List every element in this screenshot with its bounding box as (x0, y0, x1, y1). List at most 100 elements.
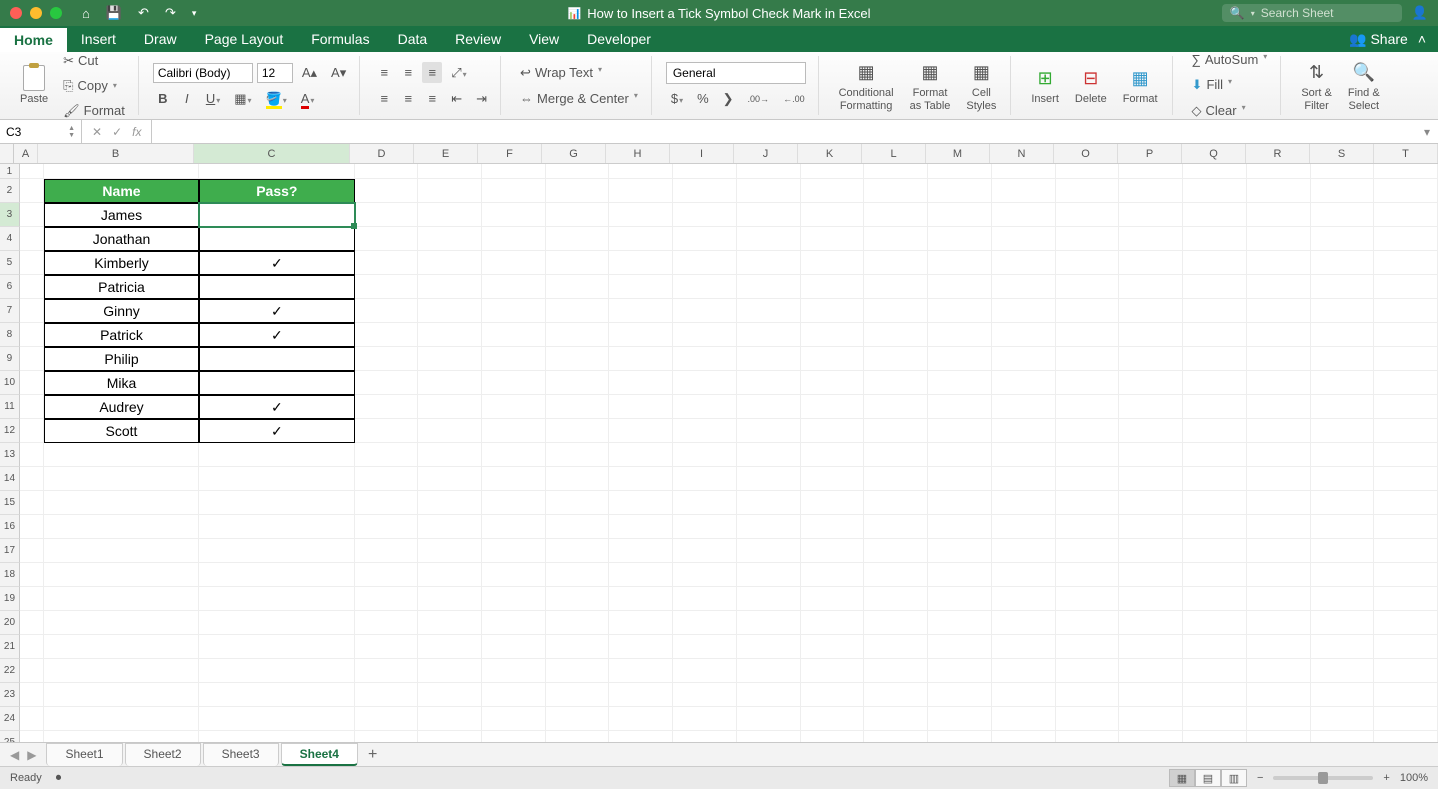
cell-S5[interactable] (1311, 251, 1375, 275)
cell-P6[interactable] (1119, 275, 1183, 299)
cell-M3[interactable] (928, 203, 992, 227)
cell-J15[interactable] (737, 491, 801, 515)
cell-N2[interactable] (992, 179, 1056, 203)
cell-M12[interactable] (928, 419, 992, 443)
increase-decimal-button[interactable]: .00→ (743, 91, 775, 107)
cell-Q4[interactable] (1183, 227, 1247, 251)
cell-A10[interactable] (20, 371, 44, 395)
cell-G2[interactable] (546, 179, 610, 203)
cell-H22[interactable] (609, 659, 673, 683)
cell-K3[interactable] (801, 203, 865, 227)
fill-color-button[interactable]: 🪣▾ (261, 88, 292, 110)
cell-S15[interactable] (1311, 491, 1375, 515)
cell-G15[interactable] (546, 491, 610, 515)
row-header-9[interactable]: 9 (0, 347, 20, 371)
cell-K11[interactable] (801, 395, 865, 419)
cell-J2[interactable] (737, 179, 801, 203)
row-header-18[interactable]: 18 (0, 563, 20, 587)
cell-S17[interactable] (1311, 539, 1375, 563)
cell-D5[interactable] (355, 251, 419, 275)
zoom-in-button[interactable]: + (1383, 772, 1389, 784)
row-header-15[interactable]: 15 (0, 491, 20, 515)
comma-button[interactable]: ❯ (718, 88, 739, 110)
cell-T2[interactable] (1374, 179, 1438, 203)
find-select-button[interactable]: 🔍Find & Select (1342, 56, 1386, 115)
font-name-select[interactable] (153, 63, 253, 83)
cell-R21[interactable] (1247, 635, 1311, 659)
cell-R14[interactable] (1247, 467, 1311, 491)
increase-font-button[interactable]: A▴ (297, 62, 322, 84)
cell-D22[interactable] (355, 659, 419, 683)
cell-T13[interactable] (1374, 443, 1438, 467)
cell-E7[interactable] (418, 299, 482, 323)
row-header-11[interactable]: 11 (0, 395, 20, 419)
cell-M22[interactable] (928, 659, 992, 683)
cell-A16[interactable] (20, 515, 44, 539)
cell-P11[interactable] (1119, 395, 1183, 419)
cell-N23[interactable] (992, 683, 1056, 707)
cell-D10[interactable] (355, 371, 419, 395)
cell-M24[interactable] (928, 707, 992, 731)
cell-L13[interactable] (864, 443, 928, 467)
cell-K25[interactable] (801, 731, 865, 742)
cell-M8[interactable] (928, 323, 992, 347)
cell-R24[interactable] (1247, 707, 1311, 731)
cell-C23[interactable] (199, 683, 354, 707)
column-header-H[interactable]: H (606, 144, 670, 163)
cell-D25[interactable] (355, 731, 419, 742)
cell-B15[interactable] (44, 491, 199, 515)
cell-T21[interactable] (1374, 635, 1438, 659)
cell-R13[interactable] (1247, 443, 1311, 467)
column-header-P[interactable]: P (1118, 144, 1182, 163)
cell-G16[interactable] (546, 515, 610, 539)
column-header-A[interactable]: A (14, 144, 38, 163)
cell-L12[interactable] (864, 419, 928, 443)
align-top-button[interactable]: ≡ (374, 62, 394, 83)
cell-D11[interactable] (355, 395, 419, 419)
cell-C13[interactable] (199, 443, 354, 467)
cell-E1[interactable] (418, 164, 482, 179)
row-header-19[interactable]: 19 (0, 587, 20, 611)
cell-I3[interactable] (673, 203, 737, 227)
cell-I22[interactable] (673, 659, 737, 683)
cell-C24[interactable] (199, 707, 354, 731)
cell-K19[interactable] (801, 587, 865, 611)
cell-E13[interactable] (418, 443, 482, 467)
cell-B1[interactable] (44, 164, 199, 179)
align-middle-button[interactable]: ≡ (398, 62, 418, 83)
cell-G10[interactable] (546, 371, 610, 395)
cell-I6[interactable] (673, 275, 737, 299)
cell-M5[interactable] (928, 251, 992, 275)
cell-T3[interactable] (1374, 203, 1438, 227)
cell-styles-button[interactable]: ▦Cell Styles (960, 56, 1002, 115)
cell-B7[interactable]: Ginny (44, 299, 199, 323)
cell-I14[interactable] (673, 467, 737, 491)
cell-T25[interactable] (1374, 731, 1438, 742)
cell-Q23[interactable] (1183, 683, 1247, 707)
cell-K4[interactable] (801, 227, 865, 251)
cell-Q3[interactable] (1183, 203, 1247, 227)
cell-N3[interactable] (992, 203, 1056, 227)
cell-L11[interactable] (864, 395, 928, 419)
cell-A1[interactable] (20, 164, 44, 179)
cell-C19[interactable] (199, 587, 354, 611)
cell-S8[interactable] (1311, 323, 1375, 347)
ribbon-tab-page-layout[interactable]: Page Layout (191, 26, 298, 52)
add-sheet-button[interactable]: + (360, 744, 385, 766)
cell-Q10[interactable] (1183, 371, 1247, 395)
cell-O21[interactable] (1056, 635, 1120, 659)
cell-Q15[interactable] (1183, 491, 1247, 515)
cell-F11[interactable] (482, 395, 546, 419)
column-header-E[interactable]: E (414, 144, 478, 163)
cell-S23[interactable] (1311, 683, 1375, 707)
cell-P17[interactable] (1119, 539, 1183, 563)
cell-J8[interactable] (737, 323, 801, 347)
cell-I5[interactable] (673, 251, 737, 275)
cell-N14[interactable] (992, 467, 1056, 491)
cell-T10[interactable] (1374, 371, 1438, 395)
cell-T15[interactable] (1374, 491, 1438, 515)
cell-O17[interactable] (1056, 539, 1120, 563)
cell-O20[interactable] (1056, 611, 1120, 635)
cell-P19[interactable] (1119, 587, 1183, 611)
cell-R4[interactable] (1247, 227, 1311, 251)
